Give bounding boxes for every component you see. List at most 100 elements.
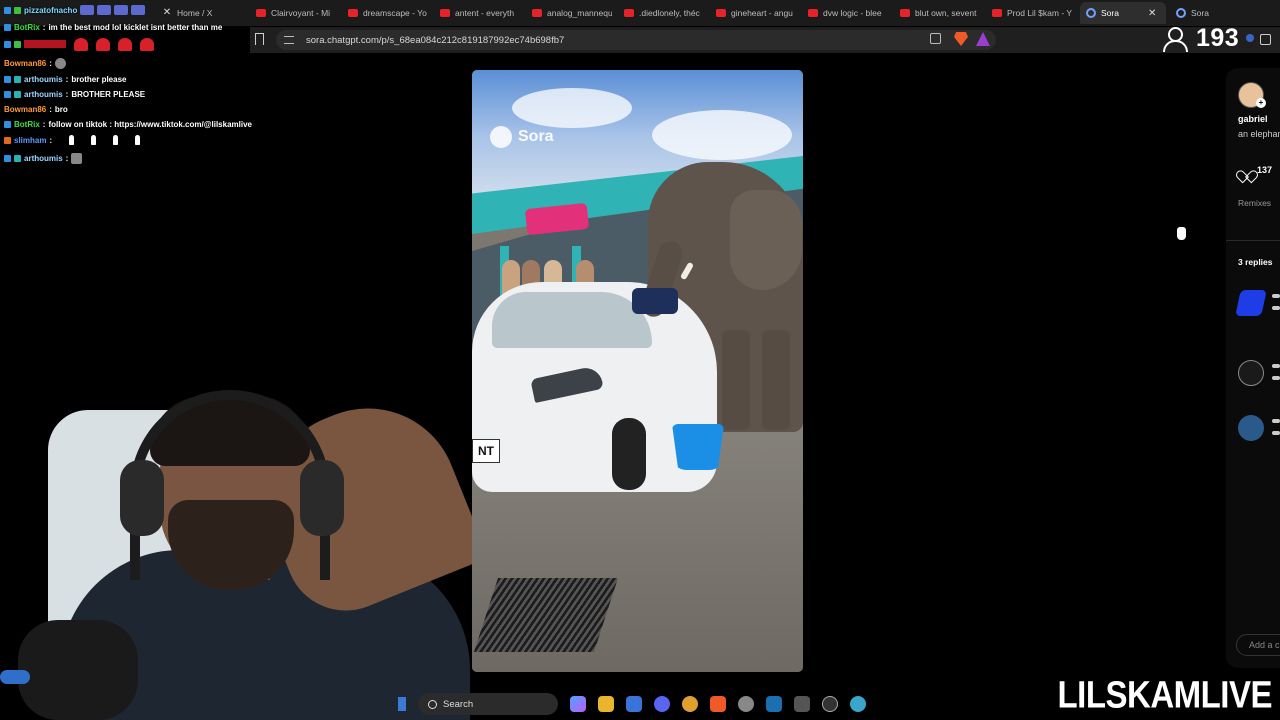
chat-badge-icon [4,154,11,162]
reply-item[interactable] [1238,360,1280,400]
chat-badge-icon [4,90,11,98]
start-icon[interactable] [398,697,406,711]
remixes-link[interactable]: Remixes [1238,198,1271,208]
tab-sora[interactable]: Sora [1176,2,1236,24]
app-icon[interactable] [794,696,810,712]
chat-username: arthoumis [24,74,63,84]
chat-username: BotRix [14,119,40,129]
taskbar-search[interactable]: Search [418,693,558,715]
4k-icon[interactable] [822,696,838,712]
chat-message: Bowman86 : [4,57,66,69]
tab-label: blut own, sevent [915,8,977,18]
video-elephant-leg [722,330,750,430]
url-field[interactable]: sora.chatgpt.com/p/s_68ea084c212c8191879… [276,30,996,50]
discord-icon[interactable] [654,696,670,712]
chat-text: im the best mod lol kicklet isnt better … [48,22,223,32]
chat-username: arthoumis [24,153,63,163]
app-icon[interactable] [850,696,866,712]
tab-youtube[interactable]: gineheart - angu [716,2,796,24]
people-icon [1160,26,1190,52]
tab-youtube[interactable]: Clairvoyant - Mi [256,2,336,24]
replies-count[interactable]: 3 replies [1238,257,1273,267]
tab-sora-active[interactable]: Sora ✕ [1080,2,1166,24]
app-icon[interactable] [682,696,698,712]
emote-icon [135,135,141,145]
viewer-count-number: 193 [1196,24,1240,52]
emote-icon [71,152,83,164]
add-comment-input[interactable]: Add a c [1236,634,1280,656]
youtube-icon [440,9,450,17]
like-count: 137 [1257,165,1273,175]
emote-icon [54,57,66,69]
streamer-webcam [0,370,472,720]
tab-label: dvw logic - blee [823,8,882,18]
chat-message: arthoumis : BROTHER PLEASE [4,88,145,100]
url-text: sora.chatgpt.com/p/s_68ea084c212c8191879… [306,34,565,46]
tab-youtube[interactable]: Prod Lil $kam - Y [992,2,1072,24]
video-bucket [672,424,724,470]
emote-icon [96,37,110,51]
chat-badge-icon [4,23,11,31]
brave-icon[interactable] [710,696,726,712]
tab-youtube[interactable]: blut own, sevent [900,2,980,24]
reply-avatar[interactable] [1238,415,1264,441]
x-icon: ✕ [162,7,172,18]
post-caption: an elephant cleaning c [1238,129,1280,139]
obs-icon[interactable] [738,696,754,712]
chat-badge-icon [4,75,11,83]
youtube-icon [348,9,358,17]
emote-icon [80,5,95,15]
bookmark-icon[interactable] [255,33,264,45]
chat-text: brother please [71,74,127,84]
reply-text [1272,294,1280,298]
author-username[interactable]: gabriel [1238,114,1268,124]
chat-username: Bowman86 [4,104,47,114]
headphone-cup [300,460,344,536]
chat-text: BROTHER PLEASE [71,89,146,99]
address-bar: sora.chatgpt.com/p/s_68ea084c212c8191879… [250,27,1280,53]
tab-youtube[interactable]: dvw logic - blee [808,2,888,24]
video-drain [473,578,619,652]
video-license-plate: NT [472,439,500,463]
tab-youtube[interactable]: .diedlonely, théc [624,2,704,24]
chat-message: arthoumis : brother please [4,73,126,85]
close-icon[interactable]: ✕ [1148,8,1156,19]
site-settings-icon[interactable] [284,36,294,44]
tab-label: Home / X [177,8,213,18]
sora-video-player[interactable]: NT Sora [472,70,803,672]
chat-badge-icon [14,6,21,14]
chat-message: BotRix : im the best mod lol kicklet isn… [4,21,222,33]
chat-username: Bowman86 [4,58,47,68]
puzzle-icon[interactable] [1260,34,1271,45]
tab-label: Sora [1191,8,1209,18]
chat-message: BotRix : follow on tiktok : https://www.… [4,118,252,130]
reply-item[interactable] [1238,415,1280,455]
emote-icon [114,5,129,15]
emote-icon [131,5,146,15]
reply-avatar[interactable] [1235,290,1267,316]
heart-icon[interactable] [1240,165,1252,176]
chat-username: arthoumis [24,89,63,99]
tab-label: Sora [1101,8,1119,18]
video-cloud [512,88,632,128]
share-icon[interactable] [930,33,941,44]
copilot-icon[interactable] [570,696,586,712]
reply-avatar[interactable] [1238,360,1264,386]
reply-item[interactable] [1235,290,1280,330]
store-icon[interactable] [626,696,642,712]
webcam-microphone [18,620,138,720]
tab-youtube[interactable]: antent - everyth [440,2,520,24]
follow-plus-icon[interactable]: + [1256,98,1266,108]
chat-message: pizzatofnacho [4,4,146,16]
tab-label: Clairvoyant - Mi [271,8,331,18]
tab-youtube[interactable]: dreamscape - Yo [348,2,428,24]
extension-icons [1246,34,1271,45]
headphone-cup [120,460,164,536]
extension-icon[interactable] [1246,34,1254,42]
streamer-name-watermark: LILSKAMLIVE [1057,673,1273,716]
tab-youtube[interactable]: analog_mannequ [532,2,612,24]
file-explorer-icon[interactable] [598,696,614,712]
sora-watermark-text: Sora [518,128,554,145]
chat-badge-icon [4,40,11,48]
steam-icon[interactable] [766,696,782,712]
